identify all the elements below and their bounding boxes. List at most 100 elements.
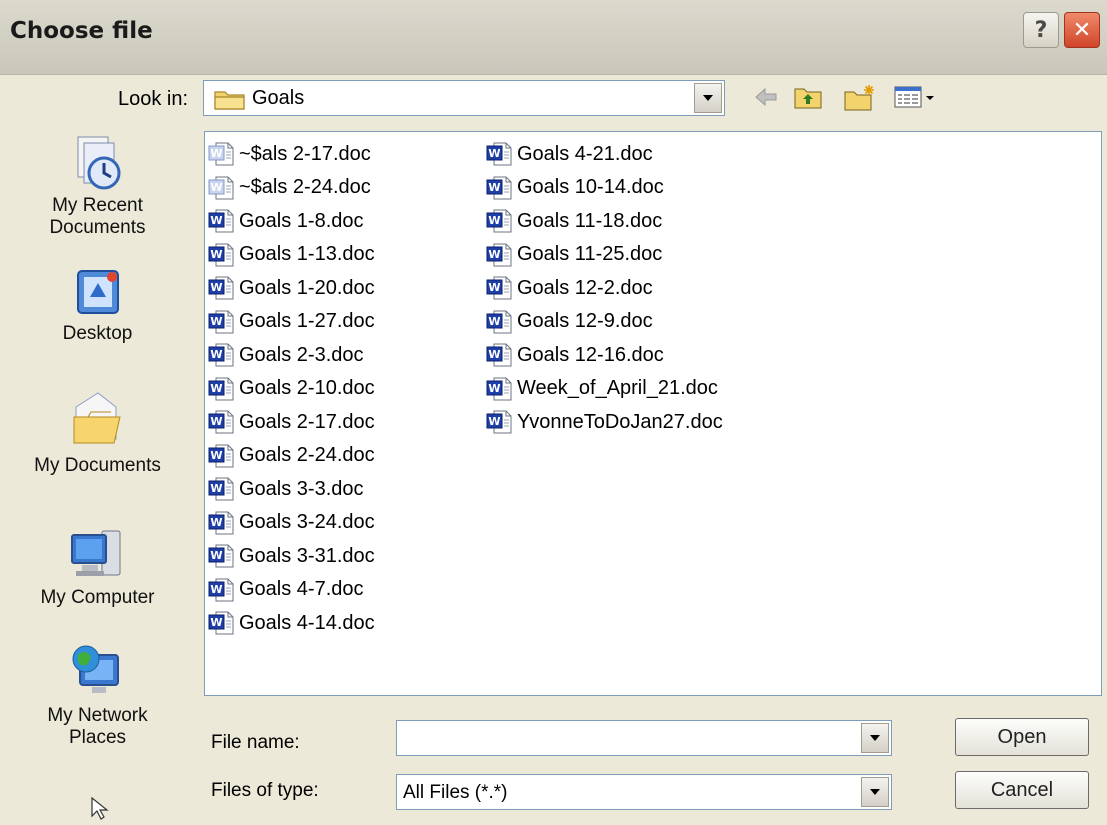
- word-document-icon: W: [207, 443, 235, 469]
- new-folder-icon[interactable]: [843, 84, 877, 117]
- file-name: ~$als 2-17.doc: [239, 142, 371, 165]
- word-document-icon: W: [207, 141, 235, 167]
- close-button[interactable]: ✕: [1064, 12, 1100, 48]
- file-name: Goals 4-7.doc: [239, 578, 364, 600]
- file-name: Goals 2-24.doc: [239, 444, 375, 466]
- file-name: Goals 1-20.doc: [239, 276, 375, 299]
- dialog-title: Choose file: [10, 18, 153, 44]
- svg-text:W: W: [210, 549, 222, 562]
- svg-text:W: W: [210, 516, 222, 529]
- svg-text:W: W: [210, 214, 222, 227]
- svg-text:W: W: [210, 415, 222, 428]
- file-item[interactable]: W Goals 4-21.doc: [485, 140, 653, 168]
- chevron-down-icon[interactable]: [861, 723, 889, 753]
- file-item[interactable]: W Goals 2-3.doc: [207, 341, 364, 369]
- word-document-icon: W: [485, 409, 513, 435]
- my-documents-icon: [73, 392, 121, 444]
- help-button[interactable]: ?: [1023, 12, 1059, 48]
- place-my-computer[interactable]: My Computer: [0, 525, 195, 609]
- mouse-pointer-icon: [90, 796, 114, 825]
- file-type-label: Files of type:: [211, 780, 319, 801]
- file-item[interactable]: W Goals 4-14.doc: [207, 609, 375, 637]
- word-document-icon: W: [485, 309, 513, 335]
- file-name-combo[interactable]: [396, 720, 892, 756]
- word-document-icon: W: [207, 610, 235, 636]
- file-item[interactable]: W Goals 4-7.doc: [207, 576, 364, 604]
- up-folder-icon[interactable]: [793, 84, 823, 115]
- word-document-icon: W: [485, 141, 513, 167]
- file-name: Goals 10-14.doc: [517, 176, 664, 198]
- svg-text:W: W: [210, 315, 222, 328]
- file-item[interactable]: W Goals 1-8.doc: [207, 207, 364, 235]
- file-item[interactable]: W YvonneToDoJan27.doc: [485, 408, 723, 436]
- file-item[interactable]: W Goals 12-16.doc: [485, 341, 664, 369]
- file-name: Goals 12-2.doc: [517, 276, 653, 299]
- file-name-label: File name:: [211, 732, 300, 753]
- file-name: YvonneToDoJan27.doc: [517, 410, 723, 433]
- file-item[interactable]: W Goals 2-17.doc: [207, 408, 375, 436]
- place-desktop[interactable]: Desktop: [0, 267, 195, 345]
- place-recent-documents[interactable]: My Recent Documents: [0, 133, 195, 239]
- look-in-dropdown[interactable]: Goals: [203, 80, 725, 116]
- open-button[interactable]: Open: [955, 718, 1089, 756]
- word-document-icon: W: [207, 476, 235, 502]
- file-list[interactable]: W ~$als 2-17.doc W ~$als 2-24.doc W Goals 1-8…: [204, 131, 1102, 696]
- file-item[interactable]: W Week_of_April_21.doc: [485, 375, 718, 403]
- file-name: Goals 11-25.doc: [517, 243, 663, 265]
- svg-text:W: W: [488, 348, 500, 361]
- svg-text:W: W: [210, 181, 222, 194]
- file-item[interactable]: W ~$als 2-24.doc: [207, 174, 371, 202]
- svg-text:W: W: [488, 382, 500, 395]
- views-menu-icon[interactable]: [893, 84, 939, 115]
- place-label: My Recent Documents: [49, 195, 146, 238]
- file-item[interactable]: W Goals 1-13.doc: [207, 241, 375, 269]
- file-item[interactable]: W Goals 1-20.doc: [207, 274, 375, 302]
- place-label: My Documents: [34, 455, 161, 476]
- file-item[interactable]: W Goals 2-24.doc: [207, 442, 375, 470]
- word-document-icon: W: [207, 376, 235, 402]
- file-item[interactable]: W Goals 1-27.doc: [207, 308, 375, 336]
- file-item[interactable]: W Goals 12-9.doc: [485, 308, 653, 336]
- file-item[interactable]: W Goals 2-10.doc: [207, 375, 375, 403]
- svg-text:W: W: [210, 482, 222, 495]
- chevron-down-icon[interactable]: [861, 777, 889, 807]
- title-bar: Choose file ? ✕: [0, 0, 1107, 75]
- place-label: Desktop: [62, 323, 133, 344]
- file-item[interactable]: W Goals 3-24.doc: [207, 509, 375, 537]
- recent-documents-icon: [77, 136, 120, 190]
- file-item[interactable]: W Goals 10-14.doc: [485, 174, 664, 202]
- svg-text:W: W: [210, 248, 222, 261]
- place-network-places[interactable]: My Network Places: [0, 641, 195, 749]
- file-item[interactable]: W Goals 11-18.doc: [485, 207, 662, 235]
- look-in-value: Goals: [252, 87, 305, 109]
- back-arrow-icon[interactable]: [753, 84, 779, 115]
- file-name: Week_of_April_21.doc: [517, 377, 718, 399]
- folder-icon: [214, 88, 246, 115]
- cancel-button[interactable]: Cancel: [955, 771, 1089, 809]
- file-item[interactable]: W ~$als 2-17.doc: [207, 140, 371, 168]
- file-name: Goals 1-27.doc: [239, 310, 375, 332]
- svg-text:W: W: [210, 348, 222, 361]
- file-name: Goals 2-17.doc: [239, 410, 375, 433]
- svg-text:W: W: [210, 583, 222, 596]
- svg-text:W: W: [210, 382, 222, 395]
- file-type-dropdown[interactable]: All Files (*.*): [396, 774, 892, 810]
- chevron-down-icon[interactable]: [694, 83, 722, 113]
- file-name: Goals 1-8.doc: [239, 209, 364, 232]
- word-document-icon: W: [207, 577, 235, 603]
- file-name: Goals 11-18.doc: [517, 209, 663, 232]
- file-item[interactable]: W Goals 3-31.doc: [207, 542, 375, 570]
- word-document-icon: W: [207, 175, 235, 201]
- file-name: Goals 12-9.doc: [517, 310, 653, 332]
- word-document-icon: W: [207, 409, 235, 435]
- desktop-icon: [76, 270, 119, 314]
- file-name: Goals 12-16.doc: [517, 343, 664, 366]
- file-type-value: All Files (*.*): [403, 782, 508, 803]
- svg-text:W: W: [488, 248, 500, 261]
- file-item[interactable]: W Goals 12-2.doc: [485, 274, 653, 302]
- svg-text:W: W: [488, 415, 500, 428]
- file-item[interactable]: W Goals 11-25.doc: [485, 241, 662, 269]
- place-my-documents[interactable]: My Documents: [0, 387, 195, 477]
- file-item[interactable]: W Goals 3-3.doc: [207, 475, 364, 503]
- file-name: Goals 3-31.doc: [239, 544, 375, 567]
